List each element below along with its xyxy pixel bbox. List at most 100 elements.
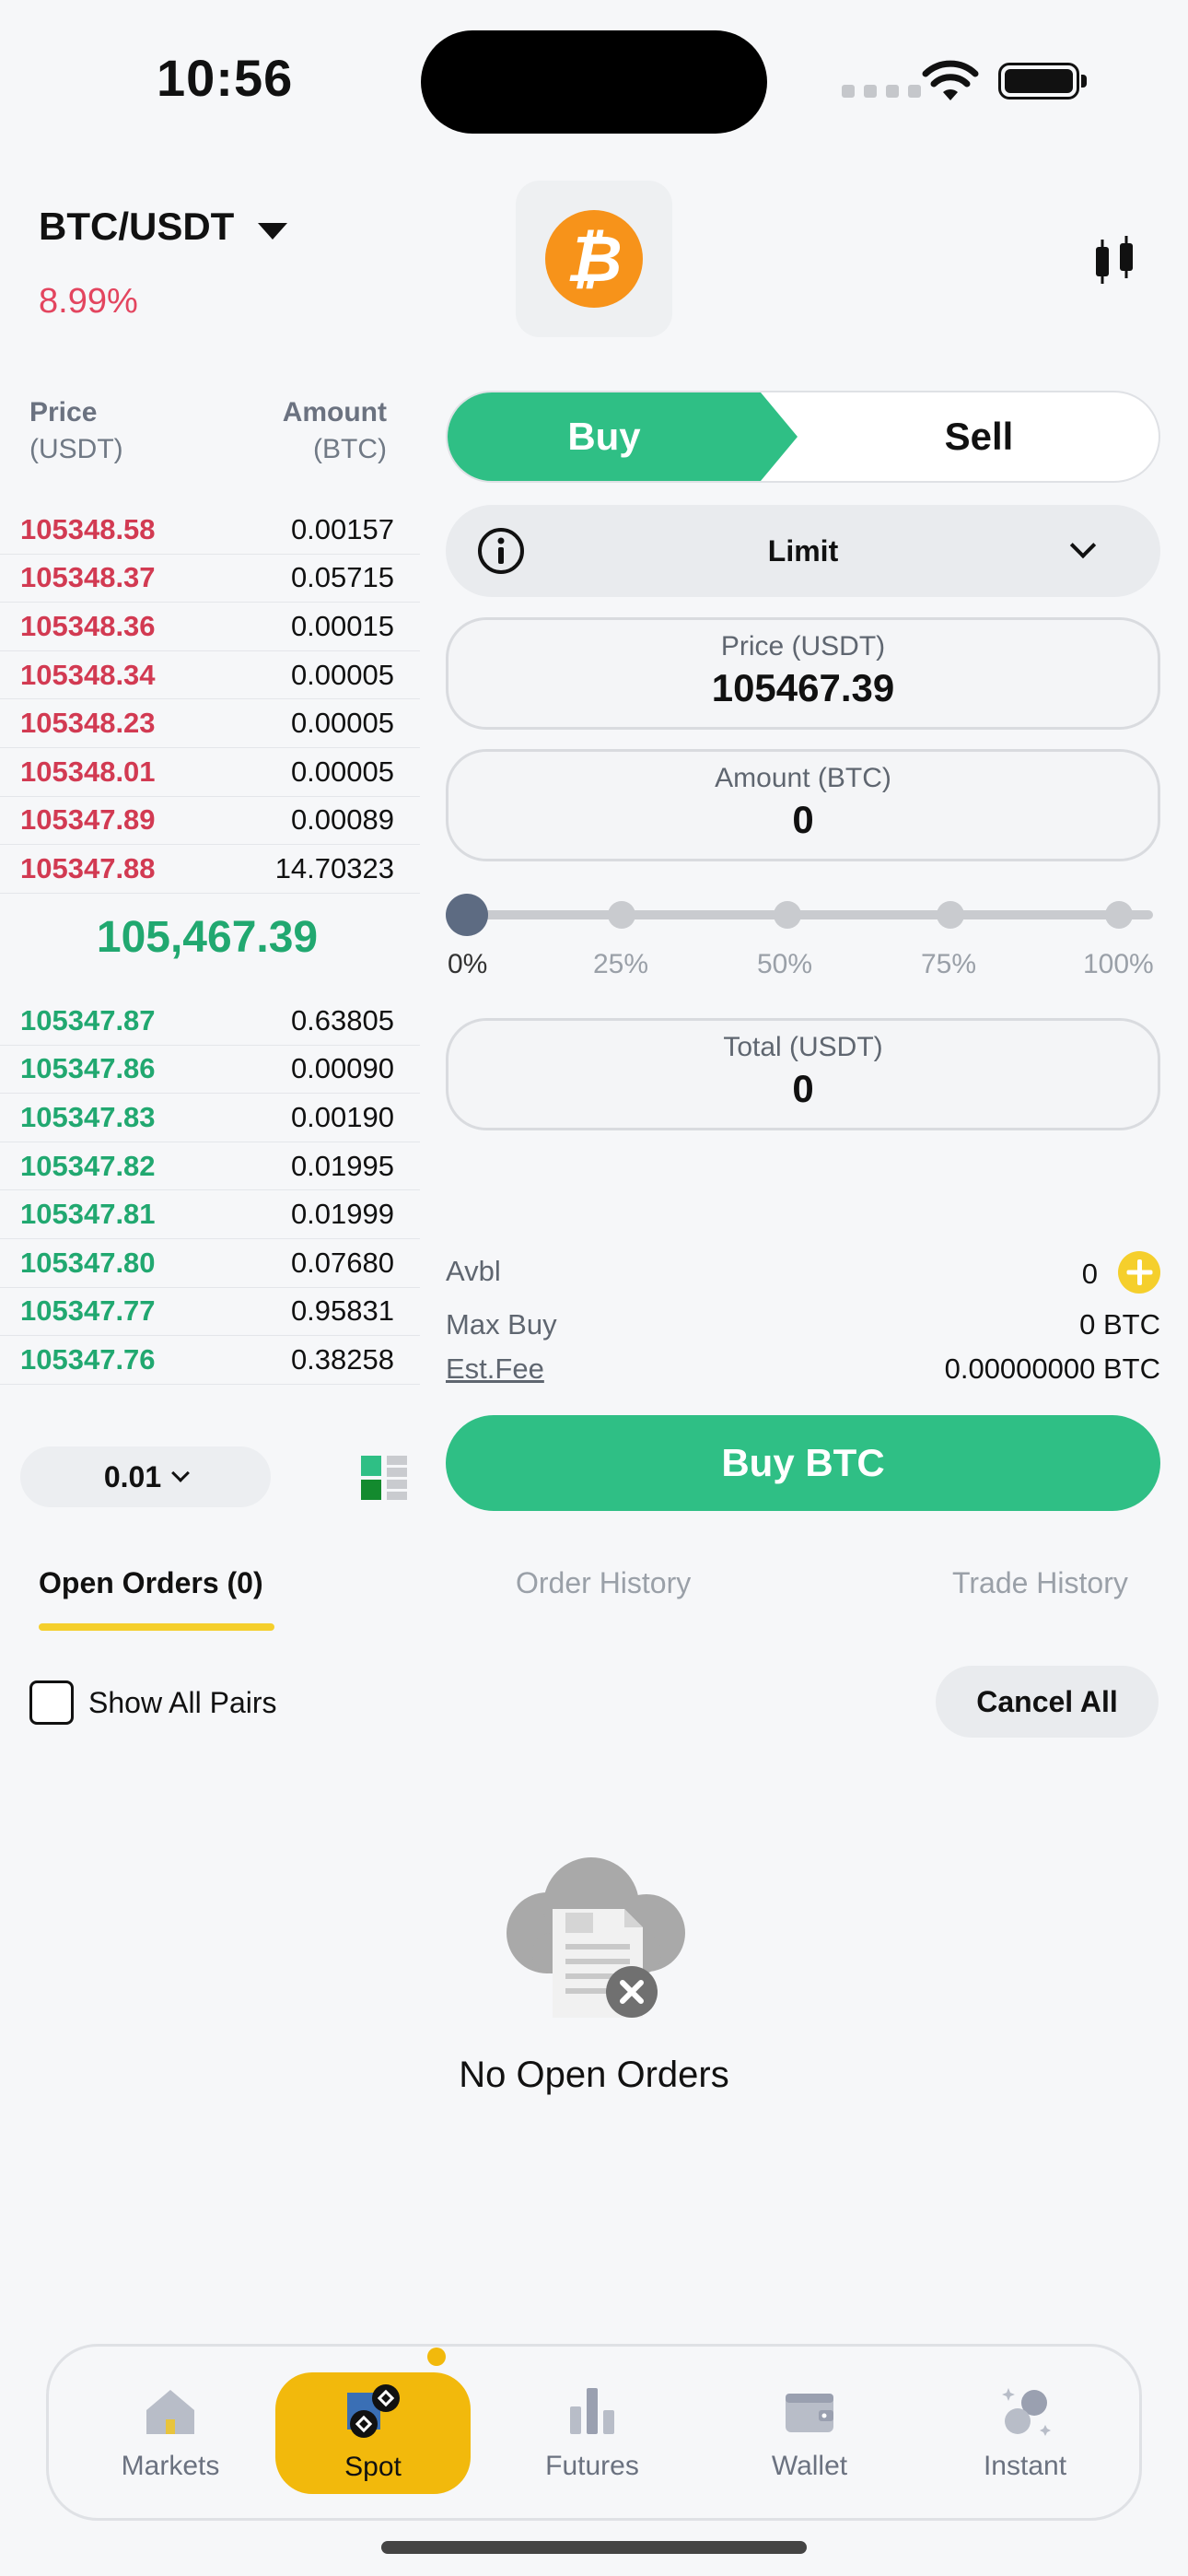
amount-field[interactable]: Amount (BTC) 0 [446,749,1160,861]
tab-trade-history[interactable]: Trade History [952,1566,1128,1600]
empty-orders-text: No Open Orders [459,2055,729,2095]
total-field-value[interactable]: 0 [448,1067,1158,1111]
futures-icon [570,2388,614,2434]
ask-row[interactable]: 105348.34 0.00005 [0,651,420,700]
ask-row[interactable]: 105348.58 0.00157 [0,506,420,555]
nav-futures[interactable]: Futures [495,2347,690,2518]
bid-price: 105347.81 [20,1198,156,1231]
amount-field-label: Amount (BTC) [715,763,891,793]
ask-amount: 0.00089 [290,803,394,837]
total-field[interactable]: Total (USDT) 0 [446,1018,1160,1130]
signal-icon [842,85,921,98]
cancel-all-button[interactable]: Cancel All [936,1666,1159,1738]
bitcoin-icon: ₿ [545,210,643,308]
ask-row[interactable]: 105348.01 0.00005 [0,748,420,797]
info-icon[interactable] [477,527,525,575]
nav-label: Markets [121,2451,220,2481]
bid-row[interactable]: 105347.82 0.01995 [0,1142,420,1191]
price-unit: (USDT) [29,434,123,464]
ask-row[interactable]: 105348.37 0.05715 [0,555,420,603]
pair-selector[interactable]: BTC/USDT [39,205,288,249]
sell-tab[interactable]: Sell [799,392,1159,481]
buy-tab[interactable]: Buy [448,392,798,481]
amount-unit: (BTC) [313,434,387,464]
order-type-label: Limit [767,533,839,568]
ask-price: 105347.88 [20,851,156,884]
order-book-amount-header: Amount (BTC) [258,394,387,468]
tab-order-history[interactable]: Order History [516,1566,691,1600]
nav-label: Spot [344,2452,402,2482]
order-type-select[interactable]: Limit [446,505,1160,597]
slider-mark: 75% [921,949,977,979]
status-time: 10:56 [157,49,294,107]
ask-amount: 0.00005 [290,658,394,691]
slider-mark: 0% [448,949,488,979]
avbl-row: Avbl 0 [446,1251,1160,1297]
bid-price: 105347.82 [20,1149,156,1182]
bid-row[interactable]: 105347.76 0.38258 [0,1336,420,1385]
max-buy-row: Max Buy 0 BTC [446,1308,1160,1341]
bottom-nav: Markets Spot Futures Wallet Instant [46,2344,1142,2521]
checkbox[interactable] [29,1680,74,1725]
buy-btc-button[interactable]: Buy BTC [446,1415,1160,1511]
candlestick-icon[interactable] [1092,234,1136,289]
slider-tick-50[interactable] [774,901,801,929]
ask-amount: 0.00005 [290,707,394,740]
bid-amount: 0.00190 [290,1100,394,1133]
bid-row[interactable]: 105347.80 0.07680 [0,1239,420,1288]
ask-row[interactable]: 105347.88 14.70323 [0,845,420,894]
ask-row[interactable]: 105347.89 0.00089 [0,797,420,846]
pair-name: BTC/USDT [39,205,235,248]
tab-underline [39,1623,274,1631]
add-funds-icon[interactable] [1118,1251,1160,1294]
amount-header: Amount [282,397,387,427]
bid-row[interactable]: 105347.81 0.01999 [0,1190,420,1239]
amount-slider[interactable] [446,894,1160,936]
bid-row[interactable]: 105347.77 0.95831 [0,1288,420,1337]
ask-row[interactable]: 105348.36 0.00015 [0,603,420,651]
bid-amount: 0.95831 [290,1294,394,1328]
battery-icon [998,63,1087,100]
ask-amount: 0.00015 [290,609,394,642]
bid-row[interactable]: 105347.86 0.00090 [0,1046,420,1095]
markets-icon [146,2390,194,2434]
pair-change: 8.99% [39,282,138,321]
price-field-value[interactable]: 105467.39 [448,666,1158,710]
nav-label: Wallet [771,2451,848,2481]
bid-amount: 0.38258 [290,1342,394,1376]
slider-mark: 50% [757,949,813,979]
slider-tick-100[interactable] [1105,901,1133,929]
wallet-icon [786,2394,833,2432]
max-buy-label: Max Buy [446,1308,557,1341]
price-header: Price [29,397,98,427]
slider-mark: 100% [1083,949,1154,979]
slider-tick-75[interactable] [937,901,964,929]
nav-spot[interactable]: Spot [275,2372,471,2494]
empty-orders-illustration [507,1857,685,2018]
coin-tile[interactable]: ₿ [516,181,672,337]
tab-open-orders[interactable]: Open Orders (0) [39,1566,263,1600]
ask-price: 105348.23 [20,707,156,740]
bid-row[interactable]: 105347.87 0.63805 [0,997,420,1046]
book-layout-icon[interactable] [361,1456,407,1500]
bid-price: 105347.80 [20,1246,156,1279]
bid-amount: 0.00090 [290,1052,394,1085]
nav-notification-dot [427,2348,446,2366]
amount-field-value[interactable]: 0 [448,798,1158,842]
depth-select[interactable]: 0.01 [20,1446,271,1507]
nav-instant[interactable]: Instant [927,2347,1123,2518]
nav-wallet[interactable]: Wallet [712,2347,907,2518]
ask-amount: 0.00157 [290,512,394,545]
ask-price: 105348.01 [20,755,156,788]
bid-row[interactable]: 105347.83 0.00190 [0,1094,420,1142]
slider-knob[interactable] [446,894,488,936]
ask-row[interactable]: 105348.23 0.00005 [0,699,420,748]
price-field[interactable]: Price (USDT) 105467.39 [446,617,1160,730]
slider-tick-25[interactable] [608,901,635,929]
show-all-pairs-toggle[interactable]: Show All Pairs [29,1680,277,1725]
slider-mark: 25% [593,949,649,979]
fee-label[interactable]: Est.Fee [446,1352,544,1386]
dynamic-island [421,30,767,134]
ask-price: 105348.58 [20,512,156,545]
nav-markets[interactable]: Markets [73,2347,268,2518]
